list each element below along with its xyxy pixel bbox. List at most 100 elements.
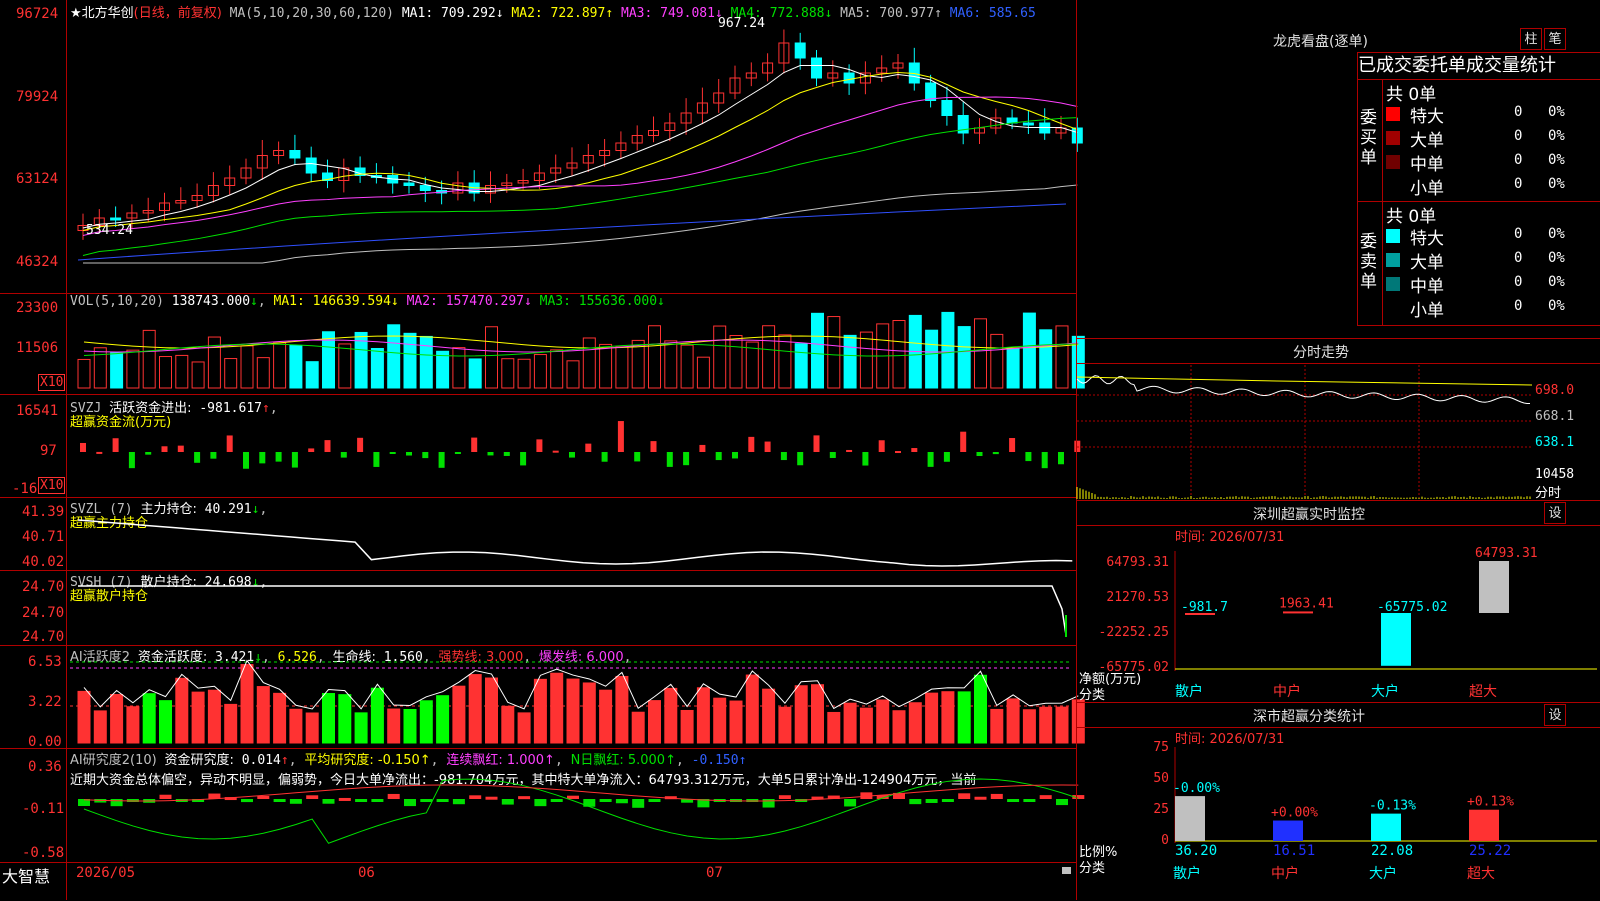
order-row: 中单 0 0% [1384, 272, 1600, 297]
tab-filled[interactable]: 已成交 [1358, 55, 1412, 76]
research-bar [110, 799, 123, 807]
research-bar [958, 793, 971, 799]
research-bar [534, 799, 547, 807]
fund-flow-bar [585, 443, 592, 452]
fund-flow-bar [520, 452, 527, 466]
volume-bar [550, 349, 564, 389]
bar-mode-button[interactable]: 柱 [1520, 28, 1542, 50]
buy-side-label: 委买单 [1360, 108, 1377, 168]
research-bar [518, 796, 531, 800]
volume-panel[interactable]: VOL(5,10,20) 138743.000↓, MA1: 146639.59… [0, 294, 1085, 395]
category-label: 超大 [1467, 866, 1495, 882]
research-bar [925, 799, 938, 803]
activity-bar [159, 700, 172, 744]
order-count: 0 [1514, 152, 1523, 168]
activity-bar [175, 677, 189, 744]
research-bar [159, 794, 172, 799]
ai-active-panel[interactable]: AI活跃度2 资金活跃度: 3.421↓, 6.526, 生命线: 1.560,… [0, 646, 1085, 750]
fund-flow-bar [324, 440, 331, 452]
volume-bar [370, 347, 384, 389]
ai-research-panel[interactable]: AI研究度2(10) 资金研究度: 0.014↑, 平均研究度: -0.150↑… [0, 749, 1085, 861]
low-price-label: 534.24 [86, 223, 133, 238]
order-size: 中单 [1410, 277, 1444, 297]
research-bar [420, 799, 433, 802]
fund-flow-bar [161, 446, 168, 452]
volume-bar [843, 334, 857, 389]
category-label: 超大 [1469, 684, 1497, 700]
volume-bar [1022, 312, 1036, 389]
category-label: 大户 [1369, 865, 1397, 882]
ratio-value-label: 16.51 [1273, 843, 1315, 859]
research-bar [452, 799, 465, 805]
fund-flow-bar [1041, 452, 1048, 469]
research-bar [615, 799, 628, 804]
volume-bar [1006, 348, 1020, 389]
volume-bar [892, 320, 906, 389]
category-label: 大户 [1371, 683, 1399, 700]
ma-line [83, 184, 1078, 264]
order-row: 小单 0 0% [1384, 174, 1600, 199]
volume-bar [175, 354, 189, 389]
tab-orders[interactable]: 委托单 [1412, 55, 1466, 76]
order-size: 大单 [1410, 253, 1444, 273]
volume-bar [387, 324, 401, 389]
ratio-value-label: 25.22 [1469, 843, 1511, 859]
net-value-label: 1963.41 [1279, 596, 1334, 611]
candlestick-chart[interactable]: 967.24 534.24 [0, 0, 1083, 293]
main-chart-area[interactable]: ★北方华创(日线，前复权) MA(5,10,20,30,60,120) MA1:… [0, 0, 1085, 900]
fund-flow-bar [1025, 452, 1032, 462]
research-bar [436, 799, 449, 802]
order-row: 特大 0 0% [1384, 224, 1600, 249]
svzj-panel[interactable]: SVZJ 活跃资金进出: -981.617↑, 超赢资金流(万元) 16541 … [0, 395, 1081, 498]
main-holding-line [77, 519, 1073, 567]
volume-bar [762, 325, 776, 389]
svsh-panel[interactable]: SVSH (7) 散户持仓: 24.698↓, 超赢散户持仓 24.70 24.… [0, 571, 1076, 646]
candle-body [110, 217, 122, 221]
kline-panel[interactable]: ★北方华创(日线，前复权) MA(5,10,20,30,60,120) MA1:… [0, 0, 1083, 900]
volume-bar [77, 358, 91, 389]
activity-bar [256, 686, 270, 744]
ratio-bar [1175, 796, 1205, 841]
sz-monitor-panel[interactable]: 深圳超赢实时监控 设 时间: 2026/07/31 64793.31 21270.… [1077, 500, 1600, 703]
activity-bar [77, 690, 91, 744]
volume-bar [974, 318, 987, 389]
activity-bar [419, 700, 433, 744]
order-count: 0 [1514, 298, 1523, 314]
tab-stats[interactable]: 统计 [1520, 55, 1556, 76]
volume-bar [599, 343, 613, 389]
activity-bar [142, 693, 156, 744]
order-pct: 0% [1548, 226, 1565, 242]
order-count: 0 [1514, 176, 1523, 192]
research-bar [485, 796, 498, 800]
color-swatch [1386, 253, 1400, 267]
volume-bar [729, 335, 743, 389]
order-size: 特大 [1410, 229, 1444, 249]
fund-flow-bar [357, 437, 364, 452]
research-bar [355, 799, 368, 802]
fund-flow-bar [601, 452, 608, 462]
activity-bar [322, 693, 335, 744]
tab-volume[interactable]: 成交量 [1466, 55, 1520, 76]
ytick: 50 [1153, 771, 1169, 786]
activity-bar [354, 712, 368, 744]
activity-bar [664, 687, 678, 744]
fund-flow-bar [748, 436, 755, 452]
activity-bar [1039, 706, 1053, 744]
activity-bar [191, 691, 205, 744]
dragon-tabs[interactable]: 已成交委托单成交量统计 [1357, 52, 1600, 80]
research-bar [941, 799, 954, 802]
tick-mode-button[interactable]: 笔 [1544, 28, 1566, 50]
sh-stat-panel[interactable]: 深市超赢分类统计 设 时间: 2026/07/31 75 50 25 0 -0.00% 3… [1077, 702, 1600, 901]
color-swatch [1386, 155, 1400, 169]
research-bar [1007, 799, 1020, 802]
ma-line [82, 96, 1078, 236]
intraday-panel[interactable]: 分时走势 698.0 668.1 638.1 10458 分时 [1076, 338, 1600, 501]
fund-flow-bar [650, 441, 657, 452]
dragon-panel[interactable]: 龙虎看盘(逐单) 柱 笔 已成交委托单成交量统计 委买单 委卖单 共 0单 特大 0… [1077, 0, 1600, 336]
ytick: 0 [1161, 833, 1169, 848]
lock-icon[interactable] [1062, 867, 1071, 874]
svzl-panel[interactable]: SVZL (7) 主力持仓: 40.291↓, 超赢主力持仓 41.39 40.… [0, 498, 1076, 571]
activity-bar [1006, 698, 1020, 744]
order-row: 大单 0 0% [1384, 248, 1600, 273]
volume-bar [126, 349, 140, 389]
